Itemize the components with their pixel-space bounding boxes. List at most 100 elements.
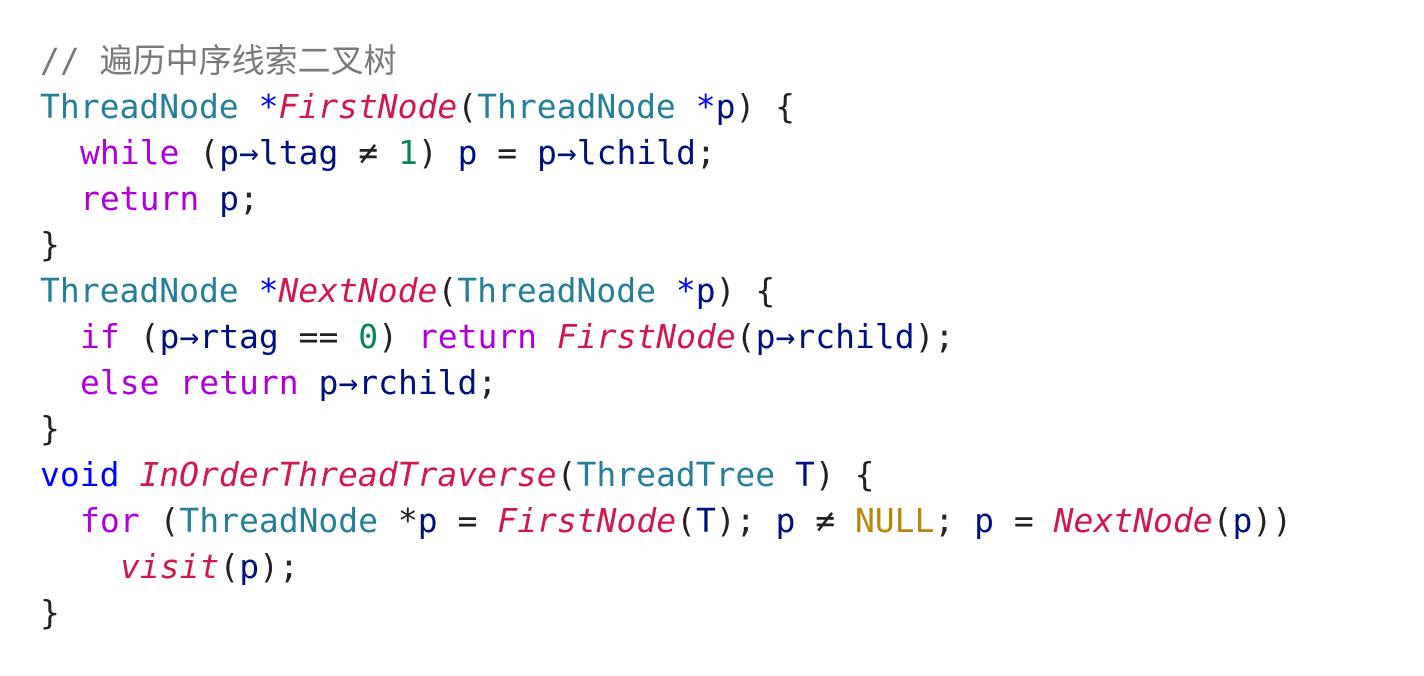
punct-token: ( [437,271,458,310]
punct-token: ( [1212,501,1233,540]
code-line-8: else return p→rchild; [40,360,1292,406]
variable-token: p [219,133,239,172]
variable-token: p [755,317,776,356]
function-name-token: FirstNode [278,87,458,126]
variable-token: p [457,133,478,172]
punct-token: ) [417,133,458,172]
code-line-12: visit(p); [40,544,1292,590]
code-line-11: for (ThreadNode *p = FirstNode(T); p ≠ N… [40,498,1292,544]
operator-token: = [477,133,538,172]
arrow-token: → [775,317,796,356]
punct-token: * [378,501,418,540]
punct-token: ( [219,547,240,586]
punct-token: ; [238,179,259,218]
function-name-token: InOrderThreadTraverse [139,455,557,494]
function-name-token: visit [120,547,220,586]
field-token: rchild [795,317,915,356]
function-name-token: NextNode [1053,501,1213,540]
variable-token: p [775,501,796,540]
function-name-token: FirstNode [497,501,677,540]
code-line-1: // 遍历中序线索二叉树 [40,38,1292,84]
punct-token: ( [119,317,160,356]
arrow-token: → [238,133,259,172]
operator-token: ≠ [795,501,855,540]
punct-token: ) { [715,271,776,310]
keyword-token: return [179,363,299,402]
variable-token: T [795,455,815,494]
punct-token: ) [378,317,418,356]
type-keyword-token: void [40,455,120,494]
brace-token: } [40,409,60,448]
punct-token: ; [696,133,716,172]
punct-token: ; [477,363,498,402]
type-token: ThreadNode [40,271,239,310]
number-token: 0 [358,317,379,356]
pointer-token: * [258,271,279,310]
arrow-token: → [179,317,200,356]
type-token: ThreadNode [477,87,676,126]
code-line-7: if (p→rtag == 0) return FirstNode(p→rchi… [40,314,1292,360]
punct-token: ); [259,547,299,586]
variable-token: p [219,179,239,218]
code-line-13: } [40,590,1292,636]
function-name-token: FirstNode [556,317,736,356]
field-token: rtag [199,317,279,356]
operator-token: ≠ [338,133,398,172]
variable-token: p [1232,501,1253,540]
keyword-token: while [80,133,180,172]
variable-token: p [318,363,339,402]
arrow-token: → [556,133,577,172]
punct-token: ( [457,87,478,126]
code-line-5: } [40,222,1292,268]
code-line-3: while (p→ltag ≠ 1) p = p→lchild; [40,130,1292,176]
variable-token: p [417,501,438,540]
type-token: ThreadNode [457,271,656,310]
operator-token: == [278,317,359,356]
type-token: ThreadTree [576,455,776,494]
keyword-token: return [80,179,200,218]
field-token: lchild [576,133,697,172]
operator-token: = [437,501,498,540]
pointer-token: * [258,87,279,126]
type-token: ThreadNode [40,87,239,126]
punct-token: ; [934,501,975,540]
variable-token: p [974,501,995,540]
field-token: ltag [258,133,339,172]
code-block: // 遍历中序线索二叉树 ThreadNode *FirstNode(Thread… [40,38,1292,636]
punct-token: ( [179,133,220,172]
variable-token: p [239,547,260,586]
keyword-token: if [80,317,120,356]
variable-token: p [159,317,180,356]
keyword-token: for [80,501,140,540]
function-name-token: NextNode [278,271,438,310]
punct-token: ) { [735,87,796,126]
pointer-token: * [675,271,696,310]
punct-token: ( [735,317,756,356]
punct-token: ); [715,501,776,540]
keyword-token: return [417,317,538,356]
brace-token: } [40,593,60,632]
variable-token: p [715,87,736,126]
code-line-10: void InOrderThreadTraverse(ThreadTree T)… [40,452,1292,498]
number-token: 1 [397,133,418,172]
field-token: rchild [358,363,478,402]
code-line-4: return p; [40,176,1292,222]
code-line-6: ThreadNode *NextNode(ThreadNode *p) { [40,268,1292,314]
brace-token: } [40,225,60,264]
punct-token: )) [1252,501,1293,540]
arrow-token: → [338,363,359,402]
punct-token: ( [139,501,180,540]
constant-token: NULL [854,501,935,540]
variable-token: p [537,133,557,172]
comment-token: // 遍历中序线索二叉树 [40,41,397,80]
